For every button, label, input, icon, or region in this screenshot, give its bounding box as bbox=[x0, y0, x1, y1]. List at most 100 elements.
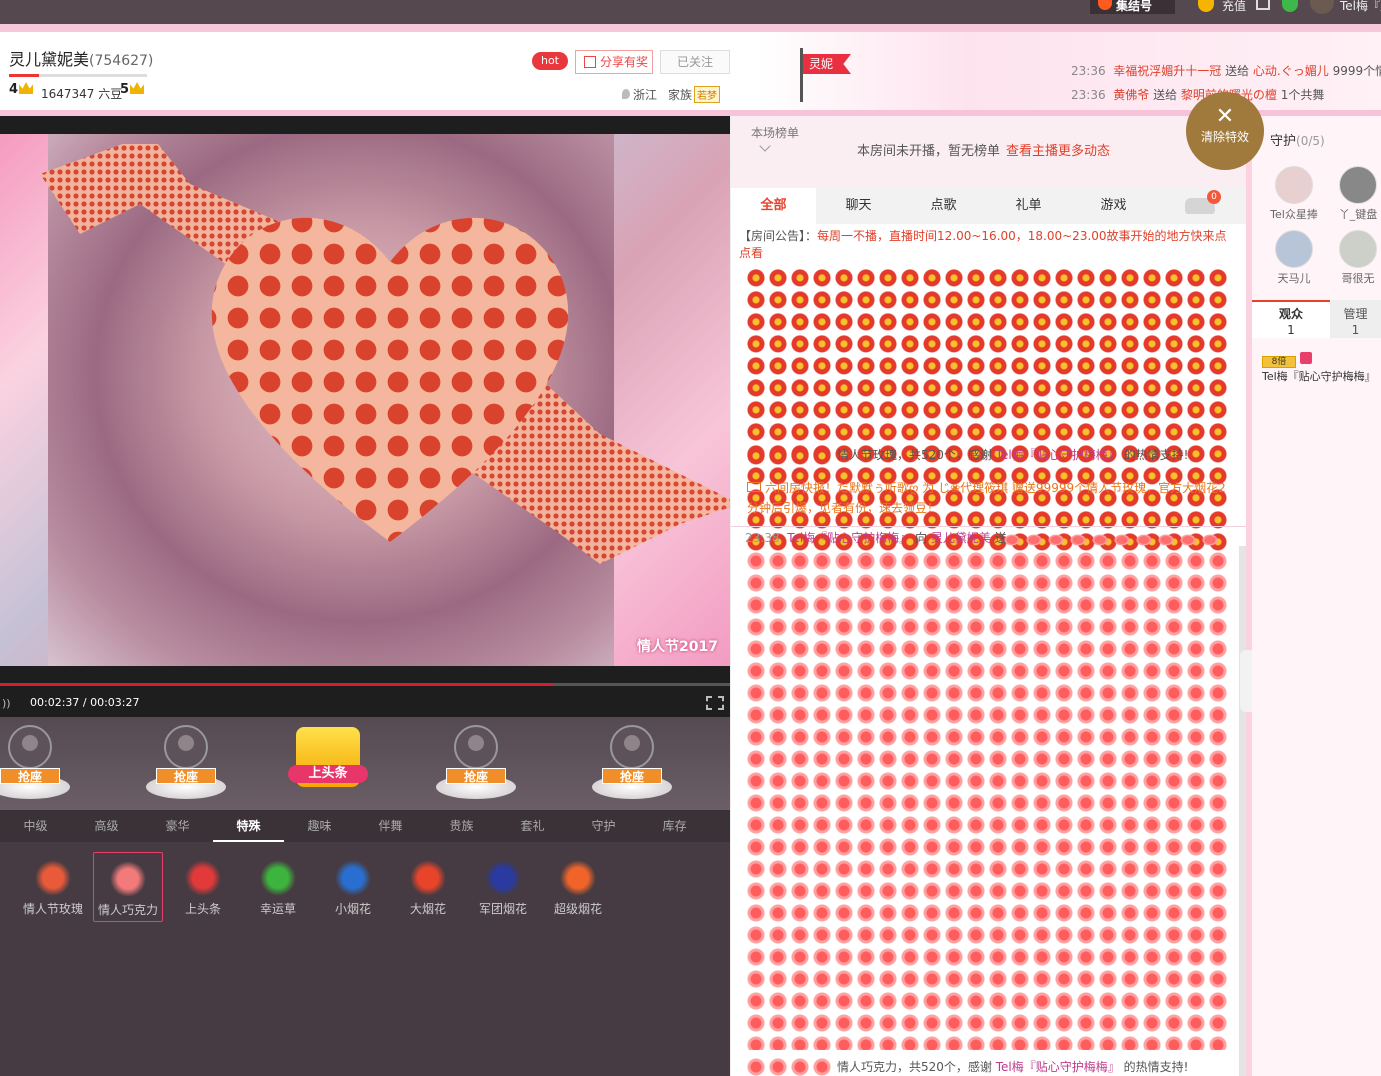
chat-tab[interactable]: 点歌 bbox=[901, 188, 986, 224]
car-icon[interactable]: 0 bbox=[1185, 190, 1221, 214]
crown-icon bbox=[19, 82, 34, 94]
seat-slot[interactable]: 抢座 bbox=[0, 725, 70, 805]
headline-button[interactable]: 上头条 bbox=[288, 727, 368, 803]
chevron-down-icon bbox=[759, 140, 771, 152]
room-id: (754627) bbox=[89, 53, 154, 69]
gift-item[interactable]: 情人巧克力 bbox=[93, 852, 163, 922]
viewer-item[interactable]: 8倍 Tel梅『贴心守护梅梅』 bbox=[1262, 352, 1376, 384]
anchor-location: 浙江 bbox=[622, 86, 657, 103]
video-frame: 情人节2017 bbox=[0, 134, 740, 666]
gift-item[interactable]: 上头条 bbox=[168, 852, 238, 922]
gift-tab[interactable]: 伴舞 bbox=[355, 810, 426, 842]
gift-feed-item: 23:36 黄佛爷 送给 黎明前的曙光の檀 1个共舞 bbox=[1071, 88, 1325, 102]
progress-bar[interactable] bbox=[0, 683, 730, 686]
gift-name: 情人节玫瑰 bbox=[22, 902, 83, 916]
user-avatar[interactable] bbox=[1310, 0, 1334, 14]
external-link-icon[interactable] bbox=[1256, 0, 1270, 10]
follow-button[interactable]: 已关注 bbox=[660, 50, 730, 74]
gift-name: 超级烟花 bbox=[553, 902, 602, 916]
user-name[interactable]: Tel梅『贴心 bbox=[1340, 0, 1381, 14]
chat-tabs: 全部 聊天 点歌 礼单 游戏 bbox=[731, 188, 1247, 224]
collapse-sidebar-button[interactable] bbox=[1240, 650, 1252, 712]
top-bar: 集结号 充值 Tel梅『贴心 bbox=[0, 0, 1381, 24]
megaphone-icon bbox=[747, 482, 761, 492]
chat-panel: 本场榜单 本房间未开播，暂无榜单 查看主播更多动态 全部 聊天 点歌 礼单 游戏 0 【房… bbox=[730, 116, 1247, 1076]
gift-tab[interactable]: 库存 bbox=[639, 810, 710, 842]
gift-tabs: 中级 高级 豪华 特殊 趣味 伴舞 贵族 套礼 守护 库存 bbox=[0, 810, 730, 842]
guardian-avatar bbox=[1339, 166, 1377, 204]
grab-seat-button: 抢座 bbox=[446, 768, 506, 784]
chat-tab[interactable]: 游戏 bbox=[1071, 188, 1156, 224]
close-icon: ✕ bbox=[1215, 104, 1235, 129]
verified-icon bbox=[1282, 0, 1298, 12]
gift-item[interactable]: 大烟花 bbox=[393, 852, 463, 922]
gift-item[interactable]: 情人节玫瑰 bbox=[18, 852, 88, 922]
guardian-item[interactable]: 天马儿 bbox=[1264, 230, 1324, 286]
rose-bouquet-icon bbox=[35, 860, 71, 896]
divider bbox=[731, 526, 1247, 527]
gift-name: 幸运草 bbox=[259, 902, 296, 916]
gift-tab[interactable]: 特殊 bbox=[213, 810, 284, 842]
gift-item[interactable]: 军团烟花 bbox=[468, 852, 538, 922]
volume-icon[interactable]: )) bbox=[2, 697, 11, 710]
share-icon bbox=[584, 56, 596, 68]
gift-tab[interactable]: 趣味 bbox=[284, 810, 355, 842]
system-broadcast: 六间房快报！だ默默ぅ听歌ღ 为 じ❀代理筱琪 赠送99999个情人节玫瑰，官方大… bbox=[747, 481, 1226, 515]
gift-tab[interactable]: 套礼 bbox=[497, 810, 568, 842]
empty-avatar-icon bbox=[164, 725, 208, 769]
gift-name: 上头条 bbox=[184, 902, 221, 916]
chocolate-gift-flood bbox=[1001, 532, 1219, 548]
gift-tab[interactable]: 贵族 bbox=[426, 810, 497, 842]
guardian-item[interactable]: Tel众星捧 bbox=[1264, 166, 1324, 222]
share-button[interactable]: 分享有奖 bbox=[575, 50, 653, 74]
anchor-updates-link[interactable]: 查看主播更多动态 bbox=[1006, 144, 1110, 159]
room-notice: 【房间公告】：每周一不播，直播时间12.00~16.00，18.00~23.00… bbox=[739, 229, 1227, 260]
seat-slot[interactable]: 抢座 bbox=[436, 725, 516, 805]
hot-badge: hot bbox=[532, 52, 568, 70]
recharge-link[interactable]: 充值 bbox=[1222, 0, 1246, 14]
grab-seat-button: 抢座 bbox=[156, 768, 216, 784]
anchor-level-bar bbox=[9, 74, 147, 77]
tab-admins[interactable]: 管理 1 bbox=[1330, 302, 1381, 338]
gift-tab[interactable]: 豪华 bbox=[142, 810, 213, 842]
clover-icon bbox=[260, 860, 296, 896]
gift-item[interactable]: 超级烟花 bbox=[543, 852, 613, 922]
gift-item[interactable]: 幸运草 bbox=[243, 852, 313, 922]
rank-toggle[interactable]: 本场榜单 bbox=[751, 126, 799, 152]
anchor-name: 灵儿黛妮美(754627) bbox=[9, 50, 154, 69]
chocolate-heart-icon bbox=[110, 861, 146, 897]
video-player[interactable]: 情人节2017 )) 00:02:37 / 00:03:27 bbox=[0, 116, 740, 717]
anchor-flag: 灵妮 bbox=[800, 48, 851, 102]
clear-effects-button[interactable]: ✕ 清除特效 bbox=[1186, 92, 1264, 170]
guard-title: 守护(0/5) bbox=[1270, 134, 1325, 149]
big-firework-icon bbox=[410, 860, 446, 896]
chat-tab[interactable]: 聊天 bbox=[816, 188, 901, 224]
thanks-message: 情人巧克力，共520个，感谢 Tel梅『贴心守护梅梅』 的热情支持! bbox=[837, 1060, 1189, 1074]
gift-name: 情人巧克力 bbox=[97, 903, 158, 917]
store-link[interactable]: 集结号 bbox=[1090, 0, 1175, 14]
chat-tab[interactable]: 礼单 bbox=[986, 188, 1071, 224]
seat-slot[interactable]: 抢座 bbox=[592, 725, 672, 805]
grab-seat-button: 抢座 bbox=[0, 768, 60, 784]
gift-tab[interactable]: 中级 bbox=[0, 810, 71, 842]
guardian-item[interactable]: 丫_键盘 bbox=[1328, 166, 1381, 222]
anchor-level: 5 bbox=[120, 82, 145, 97]
fullscreen-icon[interactable] bbox=[706, 696, 724, 710]
gift-tab[interactable]: 高级 bbox=[71, 810, 142, 842]
gift-name: 军团烟花 bbox=[478, 902, 527, 916]
tab-audience[interactable]: 观众 1 bbox=[1252, 300, 1330, 338]
vip-badge: 8倍 bbox=[1262, 356, 1296, 368]
play-time: 00:02:37 / 00:03:27 bbox=[30, 696, 140, 709]
seat-slot[interactable]: 抢座 bbox=[146, 725, 226, 805]
gift-tab[interactable]: 守护 bbox=[568, 810, 639, 842]
gift-item[interactable]: 小烟花 bbox=[318, 852, 388, 922]
guardian-item[interactable]: 哥很无 bbox=[1328, 230, 1381, 286]
headline-icon: 上头条 bbox=[288, 727, 368, 787]
chocolate-gift-flood bbox=[745, 550, 1231, 1050]
anchor-family[interactable]: 家族 若梦 bbox=[668, 86, 721, 103]
family-badge: 若梦 bbox=[694, 86, 721, 103]
legion-firework-icon bbox=[485, 860, 521, 896]
chat-tab[interactable]: 全部 bbox=[731, 188, 816, 224]
gift-feed-item: 23:36 幸福祝浮媚升十一冠 送给 心动.ぐっ媚儿 9999个情 bbox=[1071, 64, 1381, 78]
coin-count: 1647347 六豆 bbox=[41, 87, 123, 101]
